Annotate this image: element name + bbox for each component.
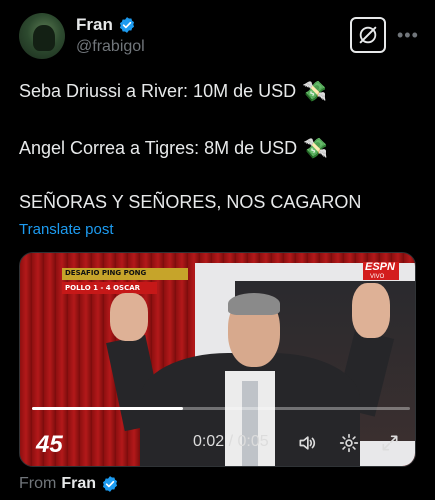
volume-icon[interactable] — [297, 433, 317, 453]
from-name[interactable]: Fran — [61, 475, 96, 493]
tweet-line-2: Angel Correa a Tigres: 8M de USD 💸 — [19, 136, 328, 161]
money-emoji: 💸 — [302, 81, 328, 103]
video-progress-fill — [32, 407, 184, 410]
avatar[interactable] — [19, 13, 65, 59]
settings-icon[interactable] — [339, 433, 359, 453]
tweet-line-text: Seba Driussi a River: 10M de USD — [19, 81, 297, 101]
channel-logo: ESPN — [365, 261, 395, 273]
program-logo: 45 — [36, 431, 63, 458]
tweet-line-text: Angel Correa a Tigres: 8M de USD — [19, 138, 298, 158]
more-icon[interactable]: ••• — [397, 25, 419, 46]
from-label: From — [19, 475, 57, 492]
live-label: VIVO — [370, 274, 385, 280]
translate-link[interactable]: Translate post — [19, 221, 114, 238]
grok-icon — [359, 26, 377, 44]
video-graphic-score: POLLO 1 - 4 OSCAR — [65, 284, 141, 292]
from-attribution: From Fran — [19, 475, 119, 493]
grok-button[interactable] — [350, 17, 386, 53]
video-player[interactable]: DESAFIO PING PONG POLLO 1 - 4 OSCAR ESPN… — [19, 252, 416, 467]
tweet-line-text: SEÑORAS Y SEÑORES, NOS CAGARON — [19, 192, 362, 212]
tweet-line-1: Seba Driussi a River: 10M de USD 💸 — [19, 79, 327, 104]
video-graphic-title: DESAFIO PING PONG — [65, 269, 147, 277]
verified-badge-icon — [102, 476, 118, 492]
video-time: 0:02 / 0:05 — [193, 433, 269, 450]
tweet-line-3: SEÑORAS Y SEÑORES, NOS CAGARON — [19, 192, 361, 213]
tweet-header: Fran @frabigol ••• — [19, 13, 419, 63]
money-emoji: 💸 — [303, 138, 329, 160]
verified-badge-icon — [119, 17, 134, 33]
video-progress-bar[interactable] — [32, 407, 410, 410]
author-handle[interactable]: @frabigol — [76, 38, 145, 56]
fullscreen-icon[interactable] — [380, 433, 400, 453]
author-name-row: Fran — [76, 15, 136, 35]
author-name[interactable]: Fran — [76, 15, 113, 35]
